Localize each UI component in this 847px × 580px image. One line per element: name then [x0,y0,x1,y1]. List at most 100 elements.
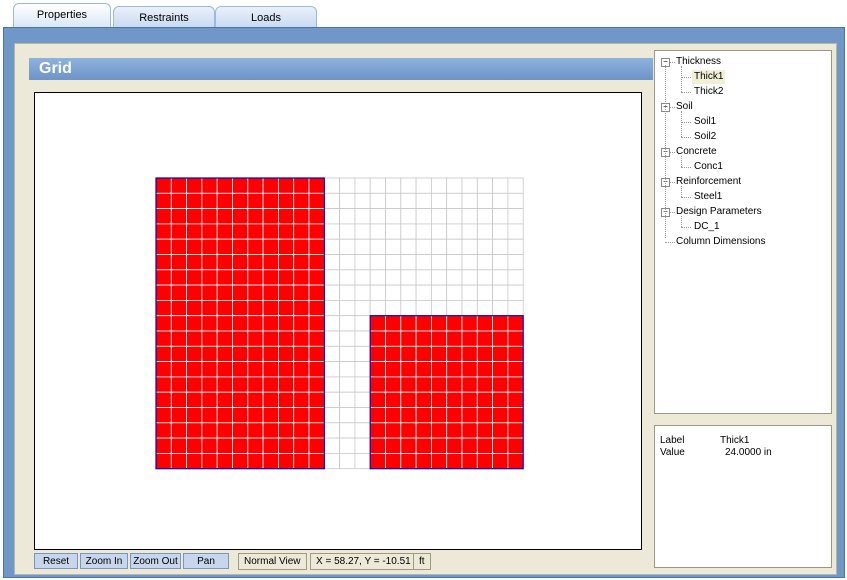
grid-cell-filled[interactable] [308,391,325,408]
grid-cell-empty[interactable] [354,269,371,286]
grid-cell-filled[interactable] [277,254,295,271]
grid-cell-filled[interactable] [155,238,172,255]
grid-cell-filled[interactable] [247,177,264,194]
grid-cell-filled[interactable] [262,192,279,210]
grid-cell-empty[interactable] [354,254,371,271]
grid-cell-filled[interactable] [216,223,233,240]
grid-cell-filled[interactable] [262,345,279,363]
grid-cell-empty[interactable] [385,208,402,225]
grid-cell-empty[interactable] [507,238,524,255]
grid-cell-filled[interactable] [247,407,264,424]
grid-cell-filled[interactable] [369,315,386,332]
grid-cell-filled[interactable] [446,361,463,378]
grid-cell-filled[interactable] [430,391,448,408]
grid-cell-filled[interactable] [155,437,172,454]
grid-cell-filled[interactable] [201,254,218,271]
tree-node-item[interactable]: DC_1 [692,220,722,234]
grid-cell-empty[interactable] [385,223,402,240]
grid-cell-filled[interactable] [186,177,203,194]
grid-cell-empty[interactable] [369,299,386,317]
grid-cell-empty[interactable] [385,238,402,255]
grid-cell-empty[interactable] [476,192,493,210]
grid-cell-empty[interactable] [476,269,493,286]
grid-cell-filled[interactable] [277,299,295,317]
grid-cell-empty[interactable] [507,299,524,317]
grid-cell-empty[interactable] [339,192,356,210]
grid-cell-filled[interactable] [446,452,463,470]
grid-cell-filled[interactable] [232,407,249,424]
grid-cell-empty[interactable] [354,192,371,210]
grid-cell-empty[interactable] [461,223,478,240]
grid-cell-filled[interactable] [170,177,188,194]
grid-cell-empty[interactable] [385,192,402,210]
grid-cell-empty[interactable] [339,330,356,347]
grid-cell-filled[interactable] [476,437,493,454]
grid-cell-empty[interactable] [461,177,478,194]
grid-cell-filled[interactable] [461,407,478,424]
grid-cell-filled[interactable] [232,330,249,347]
grid-cell-empty[interactable] [339,422,356,439]
grid-cell-filled[interactable] [277,422,295,439]
grid-cell-filled[interactable] [247,376,264,393]
grid-cell-filled[interactable] [415,330,432,347]
grid-cell-empty[interactable] [492,238,509,255]
grid-cell-filled[interactable] [262,299,279,317]
grid-cell-filled[interactable] [170,330,188,347]
grid-cell-filled[interactable] [415,437,432,454]
grid-cell-filled[interactable] [247,422,264,439]
grid-cell-filled[interactable] [430,361,448,378]
grid-cell-filled[interactable] [186,345,203,363]
grid-cell-filled[interactable] [507,315,524,332]
grid-cell-empty[interactable] [369,284,386,301]
grid-cell-empty[interactable] [415,208,432,225]
grid-cell-empty[interactable] [339,407,356,424]
grid-cell-filled[interactable] [369,345,386,363]
grid-cell-empty[interactable] [323,452,340,470]
grid-cell-filled[interactable] [277,284,295,301]
grid-cell-filled[interactable] [216,177,233,194]
grid-cell-empty[interactable] [369,269,386,286]
grid-cell-filled[interactable] [446,315,463,332]
grid-cell-filled[interactable] [293,192,310,210]
grid-cell-filled[interactable] [201,208,218,225]
grid-cell-filled[interactable] [446,376,463,393]
grid-cell-empty[interactable] [476,208,493,225]
grid-cell-filled[interactable] [186,376,203,393]
grid-cell-filled[interactable] [247,208,264,225]
grid-cell-filled[interactable] [507,407,524,424]
grid-cell-filled[interactable] [400,437,417,454]
grid-cell-filled[interactable] [232,315,249,332]
grid-cell-filled[interactable] [186,223,203,240]
grid-cell-filled[interactable] [415,361,432,378]
grid-cell-filled[interactable] [186,208,203,225]
grid-cell-filled[interactable] [277,223,295,240]
grid-cell-filled[interactable] [262,376,279,393]
grid-cell-filled[interactable] [293,345,310,363]
grid-cell-filled[interactable] [277,345,295,363]
grid-cell-filled[interactable] [507,330,524,347]
grid-cell-filled[interactable] [446,422,463,439]
grid-cell-filled[interactable] [186,391,203,408]
grid-cell-empty[interactable] [461,254,478,271]
grid-cell-empty[interactable] [339,238,356,255]
grid-cell-filled[interactable] [216,437,233,454]
grid-cell-empty[interactable] [446,223,463,240]
grid-cell-empty[interactable] [461,299,478,317]
grid-cell-filled[interactable] [277,437,295,454]
grid-cell-filled[interactable] [232,345,249,363]
grid-cell-empty[interactable] [430,238,448,255]
grid-cell-filled[interactable] [400,345,417,363]
grid-cell-filled[interactable] [385,361,402,378]
grid-cell-filled[interactable] [216,452,233,470]
grid-cell-filled[interactable] [262,330,279,347]
grid-cell-filled[interactable] [293,422,310,439]
grid-cell-empty[interactable] [400,208,417,225]
grid-cell-filled[interactable] [308,345,325,363]
grid-cell-filled[interactable] [507,345,524,363]
grid-cell-filled[interactable] [216,422,233,439]
grid-cell-empty[interactable] [446,299,463,317]
grid-cell-filled[interactable] [415,391,432,408]
grid-cell-filled[interactable] [155,269,172,286]
grid-cell-empty[interactable] [369,177,386,194]
grid-cell-filled[interactable] [170,284,188,301]
